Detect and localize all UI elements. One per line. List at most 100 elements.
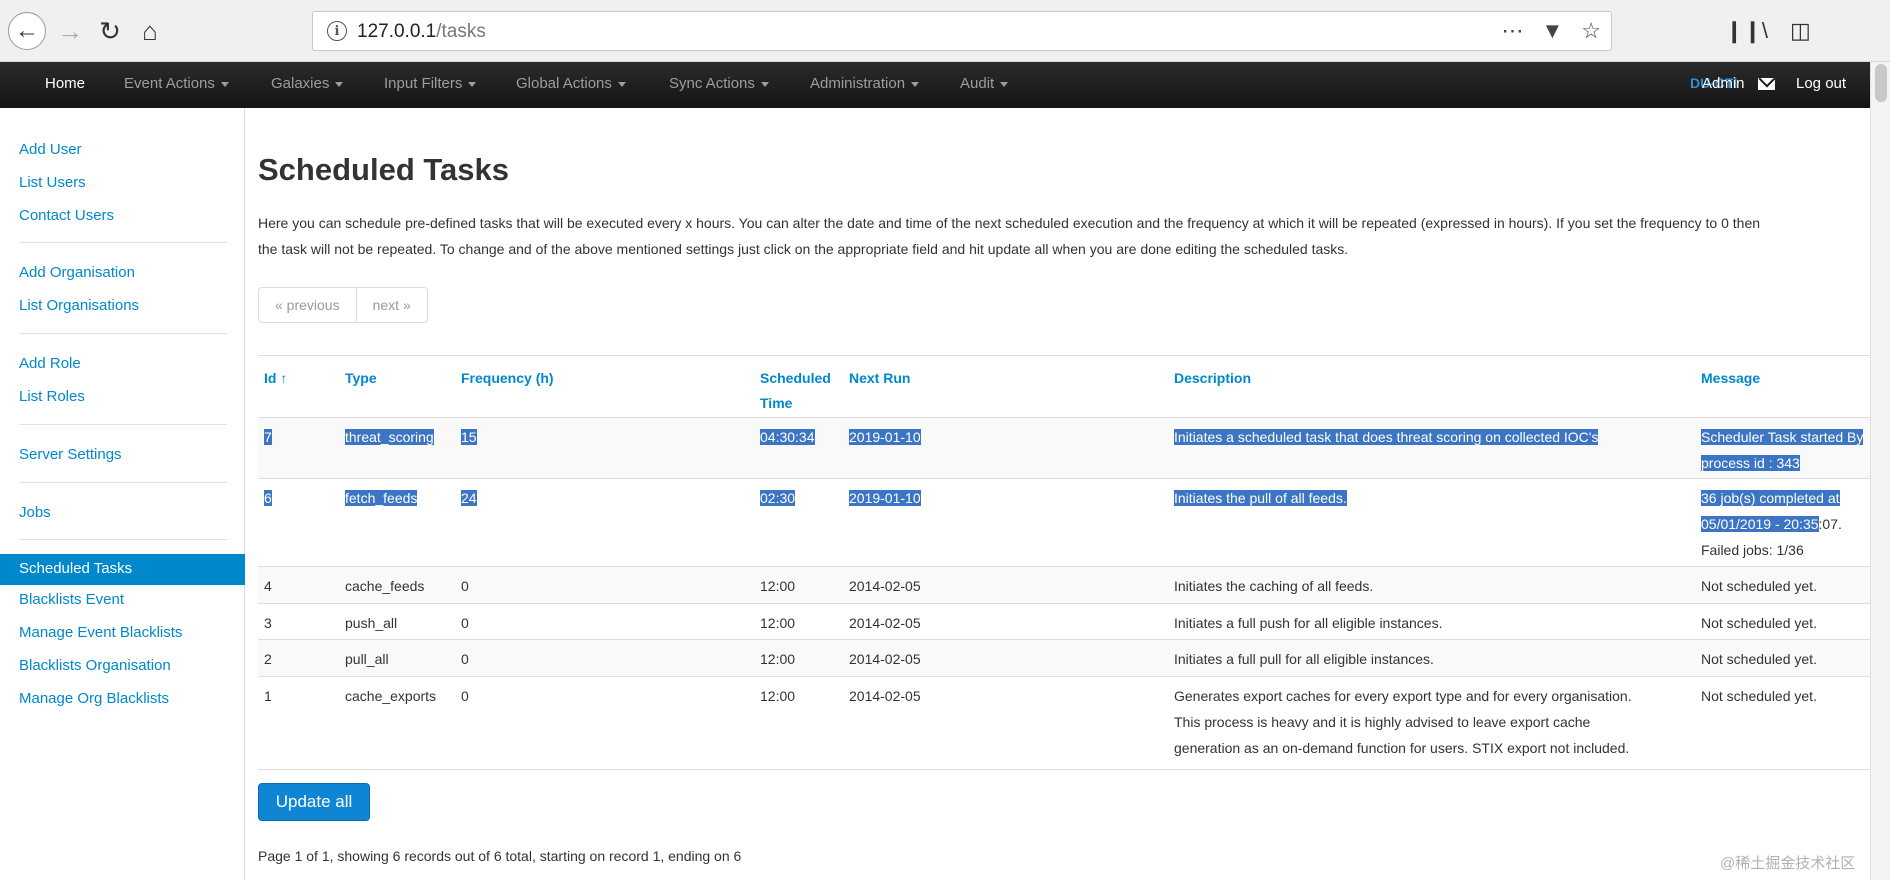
table-header: Id ↑ Type Frequency (h) Scheduled Time Ne… <box>258 355 1870 417</box>
back-arrow-icon[interactable]: ← <box>8 12 46 50</box>
page-scrollbar[interactable] <box>1870 62 1890 880</box>
url-path: /tasks <box>436 21 486 42</box>
header-next-run[interactable]: Next Run <box>849 366 910 391</box>
sidebar-item-list-users[interactable]: List Users <box>19 174 86 191</box>
task-scheduled-time[interactable]: 12:00 <box>760 683 795 709</box>
header-message[interactable]: Message <box>1701 366 1760 391</box>
sidebar-item-add-role[interactable]: Add Role <box>19 355 81 372</box>
nav-administration[interactable]: Administration <box>810 75 920 92</box>
nav-audit[interactable]: Audit <box>960 75 1009 92</box>
task-next-run[interactable]: 2014-02-05 <box>849 683 921 709</box>
header-id[interactable]: Id ↑ <box>264 366 287 391</box>
task-frequency[interactable]: 0 <box>461 573 469 599</box>
sidebar-item-server-settings[interactable]: Server Settings <box>19 446 122 463</box>
reload-icon[interactable]: ↻ <box>92 13 128 49</box>
task-frequency[interactable]: 24 <box>461 490 477 506</box>
caret-down-icon <box>468 81 477 87</box>
sidebar-item-blacklists-event[interactable]: Blacklists Event <box>19 591 124 608</box>
nav-label: Input Filters <box>384 75 463 92</box>
task-scheduled-time[interactable]: 12:00 <box>760 646 795 672</box>
task-id: 7 <box>264 429 272 445</box>
task-frequency[interactable]: 0 <box>461 646 469 672</box>
nav-global-actions[interactable]: Global Actions <box>516 75 626 92</box>
bookmark-star-icon[interactable]: ☆ <box>1581 18 1601 44</box>
more-icon[interactable]: ⋯ <box>1501 18 1523 44</box>
task-scheduled-time[interactable]: 12:00 <box>760 573 795 599</box>
previous-page-button[interactable]: « previous <box>259 288 356 322</box>
task-frequency[interactable]: 0 <box>461 683 469 709</box>
task-scheduled-time[interactable]: 04:30:34 <box>760 429 815 445</box>
sidebar-divider <box>19 539 227 540</box>
description-line: This process is heavy and it is highly a… <box>1174 714 1591 730</box>
nav-event-actions[interactable]: Event Actions <box>124 75 229 92</box>
library-icon[interactable]: ❙❙\ <box>1725 18 1768 44</box>
watermark: @稀土掘金技术社区 <box>1720 855 1856 872</box>
sidebar-divider <box>19 333 227 334</box>
update-all-button[interactable]: Update all <box>258 783 370 821</box>
intro-line: the task will not be repeated. To change… <box>258 241 1349 257</box>
task-description: Initiates a full pull for all eligible i… <box>1174 651 1434 667</box>
forward-arrow-icon[interactable]: → <box>52 13 88 49</box>
task-type: fetch_feeds <box>345 490 418 506</box>
sidebar-item-blacklists-organisation[interactable]: Blacklists Organisation <box>19 657 171 674</box>
task-id: 1 <box>264 688 272 704</box>
sidebar-item-add-user[interactable]: Add User <box>19 141 82 158</box>
sidebar-item-list-roles[interactable]: List Roles <box>19 388 85 405</box>
nav-galaxies[interactable]: Galaxies <box>271 75 344 92</box>
scrollbar-thumb[interactable] <box>1875 64 1887 102</box>
pagination: « previous next » <box>258 287 428 323</box>
caret-down-icon <box>617 81 626 87</box>
url-actions: ⋯ ▼ ☆ <box>1501 18 1601 44</box>
envelope-icon[interactable] <box>1758 78 1775 90</box>
header-frequency[interactable]: Frequency (h) <box>461 366 554 391</box>
browser-toolbar: ← → ↻ ⌂ i 127.0.0.1/tasks ⋯ ▼ ☆ ❙❙\ ◫ <box>0 0 1890 62</box>
sidebar-item-jobs[interactable]: Jobs <box>19 504 51 521</box>
next-page-button[interactable]: next » <box>355 288 427 322</box>
header-type[interactable]: Type <box>345 366 377 391</box>
sidebar-item-contact-users[interactable]: Contact Users <box>19 207 114 224</box>
header-label: Scheduled <box>760 370 831 386</box>
sidebar-item-add-organisation[interactable]: Add Organisation <box>19 264 135 281</box>
task-message: process id : 343 <box>1701 455 1800 471</box>
url-bar[interactable]: i 127.0.0.1/tasks ⋯ ▼ ☆ <box>312 11 1612 51</box>
nav-admin[interactable]: Admin <box>1702 75 1745 92</box>
caret-down-icon <box>220 81 229 87</box>
task-next-run[interactable]: 2019-01-10 <box>849 490 921 506</box>
task-next-run[interactable]: 2019-01-10 <box>849 429 921 445</box>
header-scheduled-time[interactable]: Scheduled Time <box>760 366 831 416</box>
task-frequency[interactable]: 15 <box>461 429 477 445</box>
header-description[interactable]: Description <box>1174 366 1251 391</box>
home-icon[interactable]: ⌂ <box>132 13 168 49</box>
main-navbar: Home Event Actions Galaxies Input Filter… <box>0 62 1870 108</box>
task-type: cache_exports <box>345 688 437 704</box>
nav-logout[interactable]: Log out <box>1796 75 1846 92</box>
sidebar-item-manage-event-blacklists[interactable]: Manage Event Blacklists <box>19 624 182 641</box>
task-next-run[interactable]: 2014-02-05 <box>849 573 921 599</box>
url-text[interactable]: 127.0.0.1/tasks <box>357 21 486 43</box>
intro-text: Here you can schedule pre-defined tasks … <box>258 210 1870 262</box>
nav-label: Event Actions <box>124 75 215 92</box>
nav-label: Galaxies <box>271 75 330 92</box>
task-frequency[interactable]: 0 <box>461 610 469 636</box>
task-next-run[interactable]: 2014-02-05 <box>849 610 921 636</box>
nav-input-filters[interactable]: Input Filters <box>384 75 477 92</box>
pocket-icon[interactable]: ▼ <box>1541 18 1563 44</box>
task-next-run[interactable]: 2014-02-05 <box>849 646 921 672</box>
task-type: push_all <box>345 615 398 631</box>
nav-home[interactable]: Home <box>45 75 85 92</box>
task-scheduled-time[interactable]: 12:00 <box>760 610 795 636</box>
task-description: Generates export caches for every export… <box>1174 683 1632 761</box>
sidebar-toggle-icon[interactable]: ◫ <box>1790 18 1811 44</box>
sidebar-item-list-organisations[interactable]: List Organisations <box>19 297 139 314</box>
nav-label: Sync Actions <box>669 75 755 92</box>
caret-down-icon <box>760 81 769 87</box>
site-info-icon[interactable]: i <box>327 21 347 41</box>
table-row: 3 push_all 0 12:00 2014-02-05 Initiates … <box>258 603 1870 639</box>
description-line: generation as an on-demand function for … <box>1174 740 1630 756</box>
task-message: Not scheduled yet. <box>1701 578 1817 594</box>
sidebar-item-manage-org-blacklists[interactable]: Manage Org Blacklists <box>19 690 169 707</box>
task-scheduled-time[interactable]: 02:30 <box>760 490 796 506</box>
nav-sync-actions[interactable]: Sync Actions <box>669 75 769 92</box>
page-title: Scheduled Tasks <box>258 152 509 187</box>
sidebar-item-scheduled-tasks[interactable]: Scheduled Tasks <box>0 554 245 585</box>
